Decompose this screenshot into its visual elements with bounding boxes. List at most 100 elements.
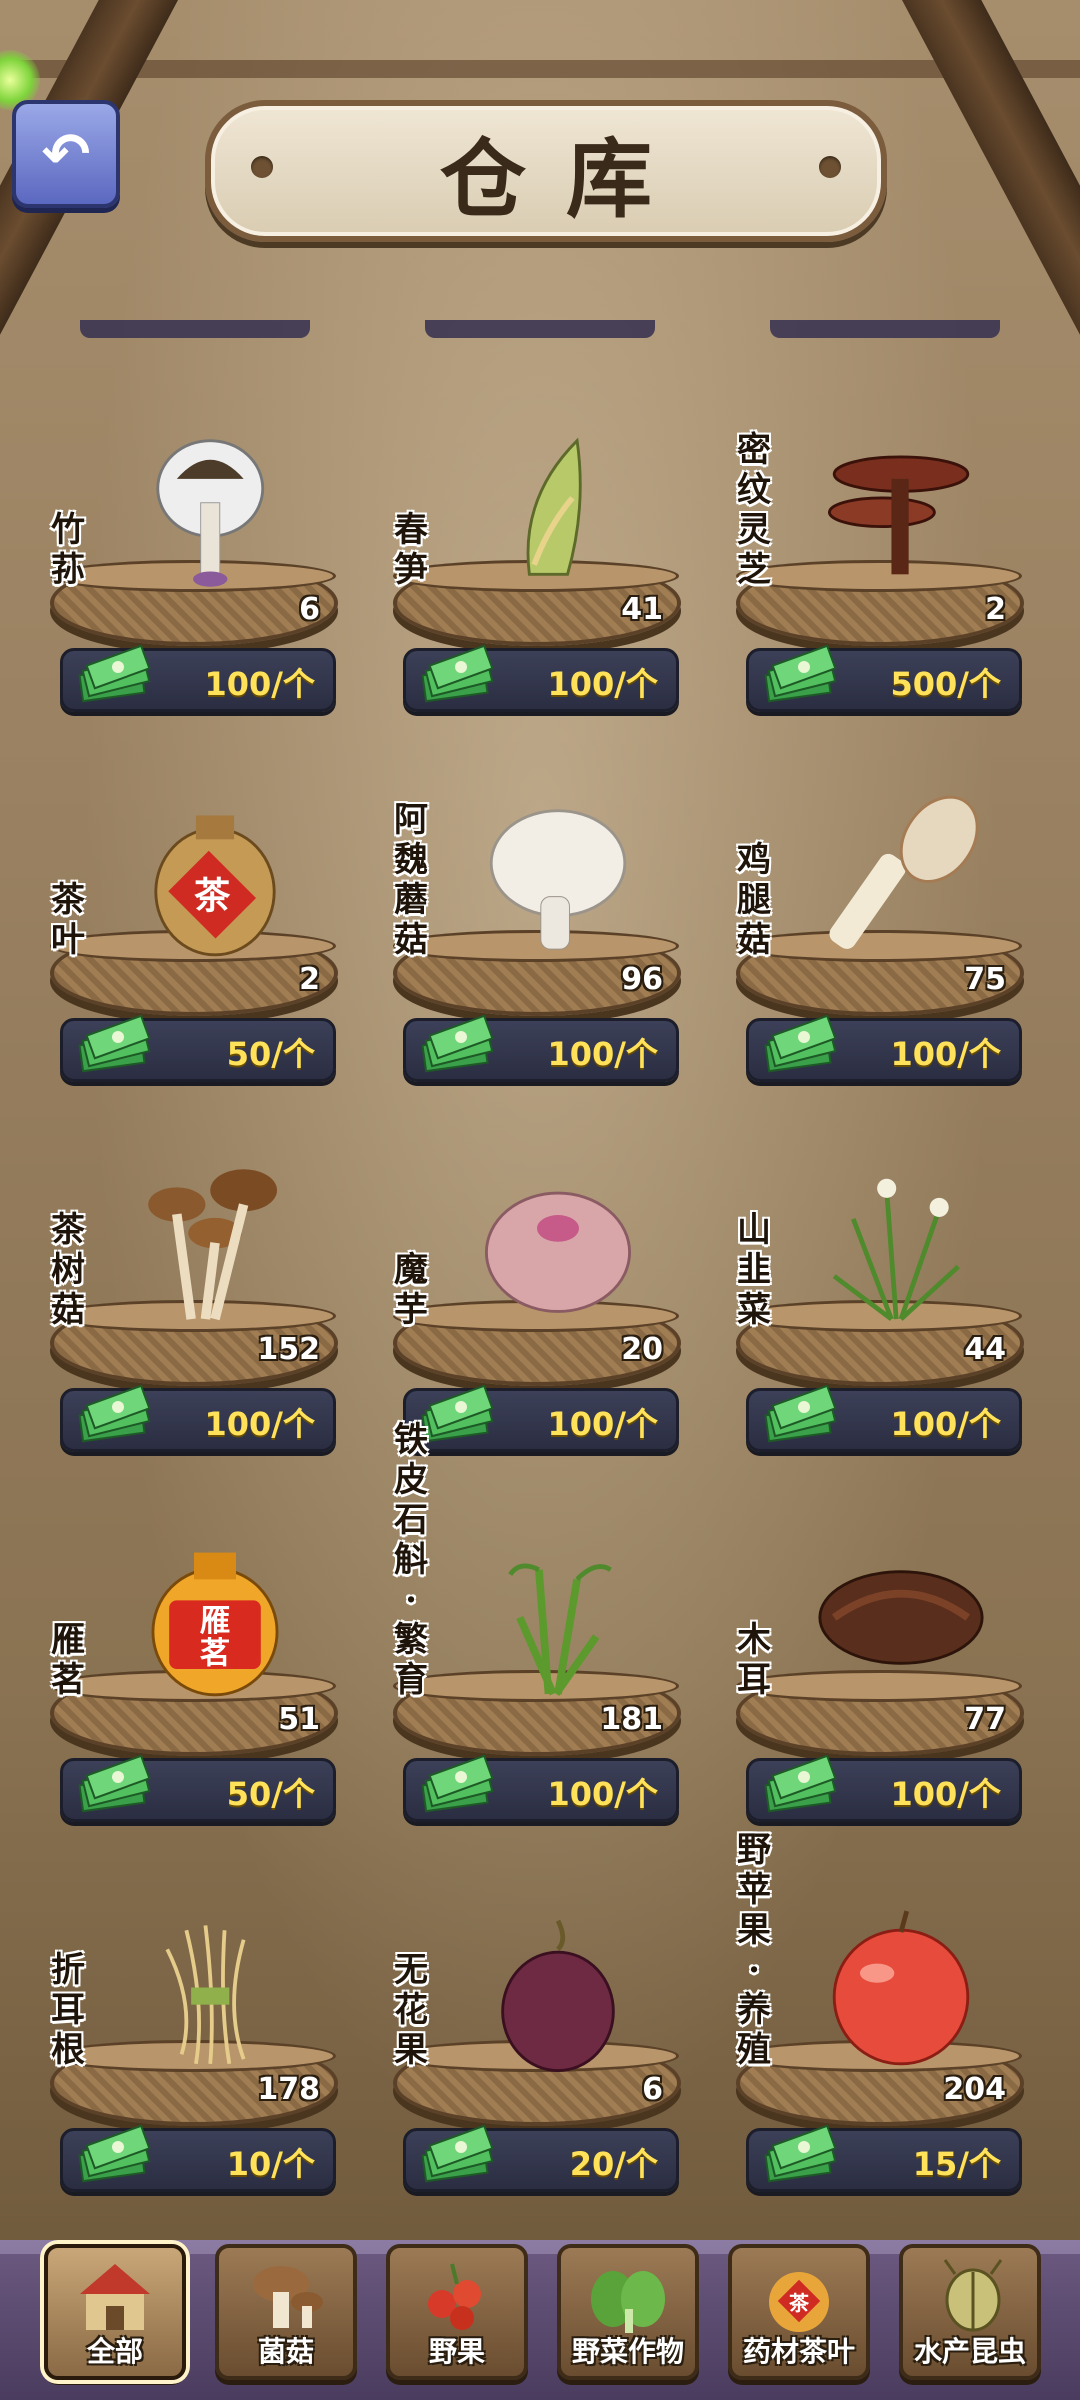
sell-price-button[interactable]: 100/个 bbox=[403, 1015, 679, 1082]
item-count: 96 bbox=[621, 962, 663, 997]
item-price: 100/个 bbox=[204, 665, 316, 703]
item-card-tea-tree-mushroom[interactable]: 茶树菇 152 100/个 bbox=[20, 1160, 360, 1460]
sell-price-button[interactable]: 50/个 bbox=[60, 1755, 336, 1822]
item-count: 6 bbox=[642, 2072, 663, 2107]
tab-label: 野果 bbox=[428, 2335, 485, 2368]
sell-price-button[interactable]: 20/个 bbox=[403, 2125, 679, 2192]
sell-price-button[interactable]: 500/个 bbox=[746, 645, 1022, 712]
cash-icon bbox=[78, 1015, 151, 1073]
cash-icon bbox=[78, 1385, 151, 1443]
item-count: 204 bbox=[943, 2072, 1006, 2107]
cash-icon bbox=[764, 1015, 837, 1073]
cash-icon bbox=[764, 2125, 837, 2183]
item-count: 152 bbox=[257, 1332, 320, 1367]
item-count: 77 bbox=[964, 1702, 1006, 1737]
tab-label: 药材茶叶 bbox=[742, 2335, 855, 2368]
item-price: 20/个 bbox=[569, 2145, 658, 2183]
lingzhi-icon bbox=[827, 455, 970, 575]
mushroom-icon bbox=[253, 2266, 323, 2328]
item-card-dendrobium[interactable]: 铁皮石斛·繁育 181 100/个 bbox=[363, 1420, 703, 1830]
item-card-ferula-mushroom[interactable]: 阿魏蘑菇 96 100/个 bbox=[363, 790, 703, 1090]
sell-price-button[interactable]: 100/个 bbox=[60, 1385, 336, 1452]
tab-wild-fruits[interactable]: 野果 bbox=[386, 2244, 528, 2380]
yanming-tea-jar-icon: 雁茗 bbox=[151, 1552, 279, 1697]
tab-herbs-tea[interactable]: 茶药材茶叶 bbox=[728, 2244, 870, 2380]
item-card-shaggy-mane[interactable]: 鸡腿菇 75 100/个 bbox=[706, 790, 1046, 1090]
sell-price-button[interactable]: 100/个 bbox=[403, 1755, 679, 1822]
item-card-fig[interactable]: 无花果 6 20/个 bbox=[363, 1900, 703, 2200]
item-card-bamboo-fungus[interactable]: 竹荪 6 100/个 bbox=[20, 420, 360, 720]
barn-icon bbox=[80, 2264, 150, 2330]
item-card-wild-chive[interactable]: 山韭菜 44 100/个 bbox=[706, 1160, 1046, 1460]
tab-mushrooms[interactable]: 菌菇 bbox=[215, 2244, 357, 2380]
item-price: 100/个 bbox=[204, 1405, 316, 1443]
item-card-lingzhi[interactable]: 密纹灵芝 2 500/个 bbox=[706, 420, 1046, 720]
tea-jar-icon: 茶 bbox=[769, 2272, 829, 2332]
item-count: 2 bbox=[985, 592, 1006, 627]
item-price: 15/个 bbox=[912, 2145, 1001, 2183]
tab-wild-vegetables[interactable]: 野菜作物 bbox=[557, 2244, 699, 2380]
item-card-wild-apple[interactable]: 野苹果·养殖 204 15/个 bbox=[706, 1830, 1046, 2200]
cash-icon bbox=[764, 1755, 837, 1813]
beetle-icon bbox=[943, 2259, 1003, 2332]
tea-jar-icon: 茶 bbox=[154, 815, 276, 957]
back-arrow-icon: ↶ bbox=[41, 120, 91, 188]
sell-price-button[interactable]: 100/个 bbox=[60, 645, 336, 712]
shaggy-mane-icon bbox=[829, 795, 979, 949]
item-name: 折耳根 bbox=[51, 1950, 85, 2070]
konjac-icon bbox=[484, 1191, 632, 1313]
item-count: 44 bbox=[964, 1332, 1006, 1367]
scrolled-row-remnant bbox=[0, 320, 1080, 340]
sell-price-button[interactable]: 100/个 bbox=[403, 645, 679, 712]
sell-price-button[interactable]: 100/个 bbox=[746, 1015, 1022, 1082]
sell-price-button[interactable]: 10/个 bbox=[60, 2125, 336, 2192]
cash-icon bbox=[421, 1755, 494, 1813]
cash-icon bbox=[78, 2125, 151, 2183]
cash-icon bbox=[764, 1385, 837, 1443]
title-plaque: 仓库 bbox=[205, 100, 887, 242]
item-price: 100/个 bbox=[547, 1775, 659, 1813]
cash-icon bbox=[421, 2125, 494, 2183]
sell-price-button[interactable]: 50/个 bbox=[60, 1015, 336, 1082]
sell-price-button[interactable]: 100/个 bbox=[746, 1385, 1022, 1452]
item-price: 10/个 bbox=[226, 2145, 315, 2183]
wood-ear-icon bbox=[818, 1570, 984, 1665]
item-card-konjac[interactable]: 魔芋 20 100/个 bbox=[363, 1160, 703, 1460]
white-mushroom-icon bbox=[489, 809, 627, 950]
tab-aquatic-insects[interactable]: 水产昆虫 bbox=[899, 2244, 1041, 2380]
item-count: 51 bbox=[278, 1702, 320, 1737]
item-name: 密纹灵芝 bbox=[737, 430, 771, 590]
item-name: 茶树菇 bbox=[51, 1210, 85, 1330]
sell-price-button[interactable]: 100/个 bbox=[403, 1385, 679, 1452]
item-count: 6 bbox=[299, 592, 320, 627]
item-name: 春笋 bbox=[394, 510, 428, 590]
item-card-spring-bamboo-shoot[interactable]: 春笋 41 100/个 bbox=[363, 420, 703, 720]
item-card-houttuynia[interactable]: 折耳根 178 10/个 bbox=[20, 1900, 360, 2200]
sell-price-button[interactable]: 15/个 bbox=[746, 2125, 1022, 2192]
tab-label: 菌菇 bbox=[257, 2335, 314, 2368]
back-button[interactable]: ↶ bbox=[12, 100, 120, 208]
svg-text:茶: 茶 bbox=[789, 2291, 810, 2315]
item-count: 181 bbox=[600, 1702, 663, 1737]
nail-icon bbox=[251, 156, 273, 178]
cash-icon bbox=[421, 1015, 494, 1073]
page-title: 仓库 bbox=[440, 128, 692, 230]
item-card-tea-leaf[interactable]: 茶 茶叶 2 50/个 bbox=[20, 790, 360, 1090]
sell-price-button[interactable]: 100/个 bbox=[746, 1755, 1022, 1822]
cash-icon bbox=[78, 1755, 151, 1813]
item-price: 100/个 bbox=[547, 665, 659, 703]
greens-icon bbox=[591, 2271, 665, 2333]
tab-all[interactable]: 全部 bbox=[44, 2244, 186, 2380]
svg-text:茗: 茗 bbox=[200, 1635, 231, 1671]
item-card-wood-ear[interactable]: 木耳 77 100/个 bbox=[706, 1530, 1046, 1830]
item-card-yanming-tea[interactable]: 雁茗雁茗 51 50/个 bbox=[20, 1530, 360, 1830]
tab-label: 水产昆虫 bbox=[913, 2335, 1026, 2368]
item-count: 20 bbox=[621, 1332, 663, 1367]
item-name: 山韭菜 bbox=[737, 1210, 771, 1330]
svg-text:雁: 雁 bbox=[200, 1603, 231, 1639]
nail-icon bbox=[819, 156, 841, 178]
item-price: 100/个 bbox=[890, 1405, 1002, 1443]
roof-beam bbox=[0, 60, 1080, 78]
item-price: 100/个 bbox=[890, 1775, 1002, 1813]
cash-icon bbox=[764, 645, 837, 703]
